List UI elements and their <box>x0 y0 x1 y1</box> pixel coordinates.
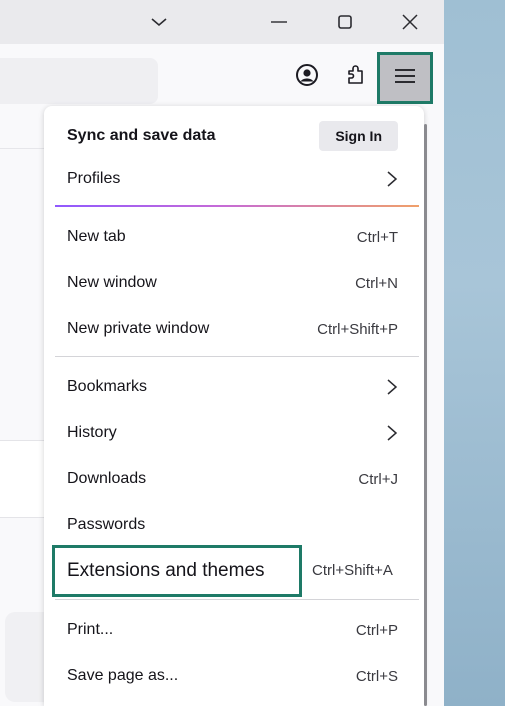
url-bar[interactable] <box>0 58 158 104</box>
shortcut-text: Ctrl+J <box>358 470 398 488</box>
menu-item-label: History <box>67 424 117 441</box>
extensions-icon[interactable] <box>341 60 371 90</box>
sync-title: Sync and save data <box>67 127 216 144</box>
menu-item-bookmarks[interactable]: Bookmarks <box>55 367 410 407</box>
menu-item-label: Bookmarks <box>67 378 148 395</box>
shortcut-text: Ctrl+S <box>355 667 398 685</box>
menu-item-extensions-and-themes[interactable]: Extensions and themes <box>52 545 302 597</box>
menu-item-print[interactable]: Print... Ctrl+P <box>55 610 410 650</box>
hamburger-menu-icon <box>394 67 416 90</box>
menu-item-save-page[interactable]: Save page as... Ctrl+S <box>55 656 410 696</box>
menu-item-label: Extensions and themes <box>67 560 265 581</box>
menu-item-history[interactable]: History <box>55 413 410 453</box>
menu-scrollbar[interactable] <box>424 124 427 706</box>
menu-separator <box>55 356 419 357</box>
menu-item-new-tab[interactable]: New tab Ctrl+T <box>55 217 410 257</box>
maximize-icon[interactable] <box>330 8 360 36</box>
menu-item-downloads[interactable]: Downloads Ctrl+J <box>55 459 410 499</box>
menu-item-new-private-window[interactable]: New private window Ctrl+Shift+P <box>55 309 410 349</box>
sync-row: Sync and save data Sign In <box>55 116 410 156</box>
chevron-right-icon <box>386 378 398 396</box>
chevron-right-icon <box>386 424 398 442</box>
content-divider <box>0 148 44 149</box>
shortcut-text: Ctrl+P <box>355 621 398 639</box>
account-icon[interactable] <box>292 60 322 90</box>
menu-item-label: Print... <box>67 621 114 638</box>
sign-in-button[interactable]: Sign In <box>319 121 398 151</box>
menu-item-label: Passwords <box>67 516 146 533</box>
desktop-background <box>444 0 505 706</box>
menu-item-label: New window <box>67 274 157 291</box>
shortcut-text: Ctrl+T <box>356 228 398 246</box>
app-menu-panel: Sync and save data Sign In Profiles New … <box>44 106 424 706</box>
shortcut-text: Ctrl+Shift+P <box>317 320 398 338</box>
shortcut-text: Ctrl+Shift+A <box>312 562 393 579</box>
minimize-icon[interactable] <box>264 8 294 36</box>
menu-item-label: Downloads <box>67 470 147 487</box>
menu-item-label: Save page as... <box>67 667 179 684</box>
menu-item-new-window[interactable]: New window Ctrl+N <box>55 263 410 303</box>
hamburger-menu-button[interactable] <box>377 52 433 104</box>
menu-item-label: Profiles <box>67 170 121 187</box>
menu-separator <box>55 599 419 600</box>
menu-item-label: New tab <box>67 228 126 245</box>
shortcut-text: Ctrl+N <box>355 274 398 292</box>
menu-item-label: New private window <box>67 320 210 337</box>
chevron-down-icon[interactable] <box>144 8 174 36</box>
close-icon[interactable] <box>395 8 425 36</box>
gradient-separator <box>55 205 419 207</box>
chevron-right-icon <box>386 170 398 188</box>
menu-item-profiles[interactable]: Profiles <box>55 159 410 199</box>
menu-item-passwords[interactable]: Passwords <box>55 505 410 545</box>
title-bar <box>0 0 444 44</box>
